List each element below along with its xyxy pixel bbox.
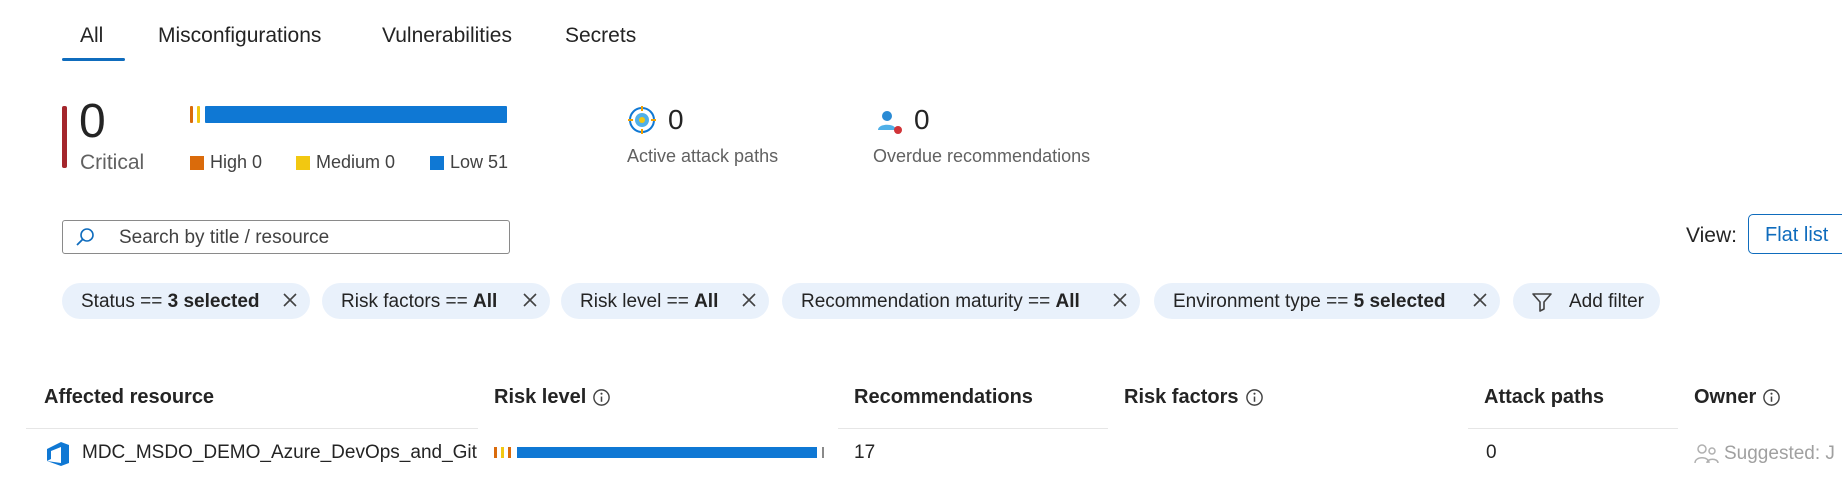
column-header-affected-resource[interactable]: Affected resource — [44, 386, 214, 409]
attack-paths-label: Active attack paths — [627, 146, 779, 166]
legend-medium-swatch — [296, 155, 310, 170]
recommendations-count: 17 — [854, 442, 876, 463]
column-label: Risk level — [494, 386, 587, 408]
critical-count: 0 — [79, 95, 106, 148]
info-icon[interactable] — [1762, 388, 1781, 407]
filter-key: Status — [81, 291, 135, 312]
overdue-user-icon — [878, 111, 902, 134]
legend-high-label: High 0 — [210, 152, 263, 172]
legend-high: High 0 — [190, 152, 262, 173]
tab-all[interactable]: All — [80, 24, 103, 48]
legend-medium-label: Medium 0 — [316, 152, 396, 172]
close-icon[interactable] — [739, 290, 759, 310]
filter-icon — [1532, 293, 1552, 312]
tab-secrets[interactable]: Secrets — [565, 24, 636, 48]
column-header-risk-level[interactable]: Risk level — [494, 386, 611, 409]
resource-name[interactable]: MDC_MSDO_DEMO_Azure_DevOps_and_Git — [82, 442, 477, 464]
filter-op: == — [445, 291, 468, 312]
info-icon[interactable] — [1245, 388, 1264, 407]
tab-misconfigurations[interactable]: Misconfigurations — [158, 24, 321, 48]
add-filter-button[interactable]: Add filter — [1513, 283, 1660, 319]
column-divider — [838, 428, 1108, 429]
target-icon — [628, 106, 656, 134]
filter-op: == — [666, 291, 689, 312]
filter-value: All — [473, 291, 498, 312]
filter-value: 3 selected — [167, 291, 260, 312]
risk-bar-low — [205, 106, 507, 123]
legend-medium: Medium 0 — [296, 152, 395, 173]
filter-op: == — [1028, 291, 1051, 312]
info-icon[interactable] — [592, 388, 611, 407]
row-risk-bar-high — [494, 447, 497, 458]
row-risk-bar-medium — [501, 447, 504, 458]
legend-high-swatch — [190, 155, 204, 170]
row-risk-bar-low — [517, 447, 817, 458]
search-box[interactable] — [62, 220, 510, 254]
legend-low: Low 51 — [430, 152, 508, 173]
risk-bar-medium — [197, 106, 200, 123]
close-icon[interactable] — [520, 290, 540, 310]
column-header-risk-factors[interactable]: Risk factors — [1124, 386, 1264, 409]
legend-low-swatch — [430, 155, 444, 170]
owner-suggestion-text: Suggested: J — [1724, 443, 1835, 464]
column-label: Risk factors — [1124, 386, 1239, 408]
column-divider — [1468, 428, 1678, 429]
close-icon[interactable] — [1110, 290, 1130, 310]
critical-indicator-bar — [62, 106, 67, 168]
filter-chip-environment-type[interactable]: Environment type == 5 selected — [1154, 283, 1500, 319]
search-icon — [76, 228, 94, 246]
filter-value: 5 selected — [1353, 291, 1446, 312]
critical-label: Critical — [80, 151, 145, 174]
column-divider — [26, 428, 478, 429]
tab-vulnerabilities[interactable]: Vulnerabilities — [382, 24, 512, 48]
filter-key: Recommendation maturity — [801, 291, 1023, 312]
overdue-label: Overdue recommendations — [873, 146, 1091, 166]
close-icon[interactable] — [280, 290, 300, 310]
attack-paths-value: 0 — [1486, 442, 1497, 463]
azure-devops-icon — [47, 442, 69, 466]
filter-chip-recommendation-maturity[interactable]: Recommendation maturity == All — [782, 283, 1140, 319]
filter-chip-risk-level[interactable]: Risk level == All — [561, 283, 769, 319]
filter-value: All — [694, 291, 719, 312]
filter-key: Risk factors — [341, 291, 441, 312]
close-icon[interactable] — [1470, 290, 1490, 310]
overdue-count: 0 — [914, 104, 930, 135]
column-label: Attack paths — [1484, 386, 1605, 408]
column-header-owner[interactable]: Owner — [1694, 386, 1781, 409]
column-header-recommendations[interactable]: Recommendations — [854, 386, 1033, 409]
people-icon — [1694, 444, 1719, 464]
attack-paths-count: 0 — [668, 104, 684, 135]
owner-suggestion[interactable]: Suggested: J — [1694, 442, 1835, 466]
filter-value: All — [1055, 291, 1080, 312]
view-label: View: — [1686, 224, 1737, 247]
filter-chip-status[interactable]: Status == 3 selected — [62, 283, 310, 319]
add-filter-label: Add filter — [1569, 291, 1644, 312]
risk-bar-high — [190, 106, 193, 123]
filter-chip-risk-factors[interactable]: Risk factors == All — [322, 283, 550, 319]
active-tab-indicator — [62, 58, 125, 61]
column-label: Recommendations — [854, 386, 1033, 408]
column-label: Affected resource — [44, 386, 215, 408]
row-risk-bar-high-2 — [508, 447, 511, 458]
legend-low-label: Low 51 — [450, 152, 509, 172]
row-risk-bar-end — [822, 447, 824, 458]
filter-op: == — [140, 291, 163, 312]
search-input[interactable] — [117, 225, 501, 251]
filter-key: Risk level — [580, 291, 662, 312]
column-label: Owner — [1694, 386, 1757, 408]
filter-key: Environment type — [1173, 291, 1321, 312]
flat-list-button[interactable]: Flat list — [1748, 214, 1842, 254]
column-header-attack-paths[interactable]: Attack paths — [1484, 386, 1604, 409]
filter-op: == — [1326, 291, 1349, 312]
